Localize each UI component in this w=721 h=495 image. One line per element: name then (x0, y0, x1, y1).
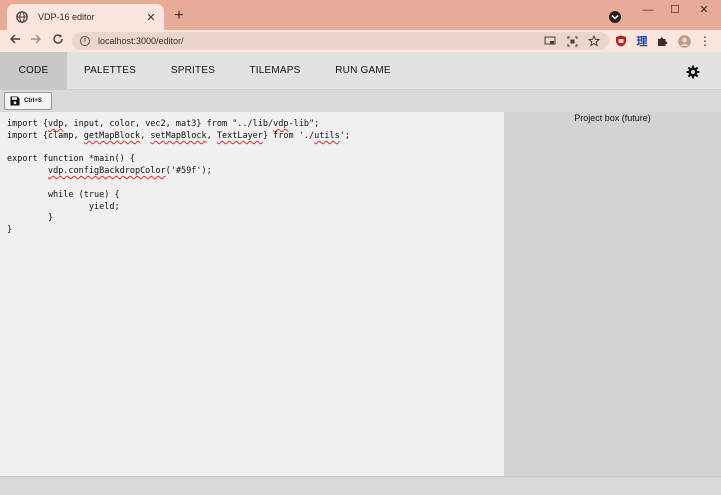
url-text[interactable]: localhost:3000/editor/ (98, 36, 543, 46)
tab-run-game[interactable]: RUN GAME (326, 52, 400, 90)
code-token: export function *main() { (7, 154, 135, 165)
app-navbar: CODE PALETTES SPRITES TILEMAPS RUN GAME (0, 52, 721, 90)
status-bar (0, 476, 721, 495)
code-token: ('#59f'); (165, 166, 212, 177)
save-shortcut-label: Ctrl+S (24, 98, 42, 104)
code-token: } from './ (262, 130, 315, 141)
avatar[interactable] (677, 34, 691, 48)
code-token: while (true) { (7, 189, 120, 200)
code-token-flagged: vdp.configBackdropColor (47, 166, 166, 177)
code-token: '; (339, 130, 350, 141)
tab-sprites[interactable]: SPRITES (160, 52, 226, 90)
browser-titlebar: VDP-16 editor ✕ + — ☐ ✕ (0, 0, 721, 30)
address-bar[interactable]: i localhost:3000/editor/ (72, 32, 609, 50)
code-line[interactable]: export function *main() { (7, 154, 504, 166)
code-token: import {clamp, (7, 130, 84, 141)
close-icon[interactable]: ✕ (144, 10, 158, 24)
chevron-down-icon[interactable] (609, 11, 621, 23)
kebab-menu-icon[interactable]: ⋮ (698, 34, 712, 48)
code-token-flagged: utils (314, 130, 340, 141)
code-line[interactable] (7, 178, 504, 190)
tab-code[interactable]: CODE (0, 52, 67, 90)
minimize-button[interactable]: — (634, 2, 662, 18)
code-token-flagged: TextLayer (216, 130, 263, 141)
code-token: } (7, 213, 54, 224)
code-line[interactable]: yield; (7, 202, 504, 214)
ublock-shield-icon[interactable] (614, 34, 628, 48)
code-token-flagged: vdp (47, 119, 64, 129)
tab-tilemaps[interactable]: TILEMAPS (240, 52, 310, 90)
tab-palettes[interactable]: PALETTES (74, 52, 146, 90)
browser-toolbar: i localhost:3000/editor/ 理 ⋮ (0, 30, 721, 52)
qr-code-icon[interactable] (565, 34, 579, 48)
new-tab-button[interactable]: + (171, 8, 187, 24)
gear-icon[interactable] (686, 65, 700, 79)
code-token: import { (7, 119, 48, 129)
code-token-flagged: setMapBlock (150, 130, 207, 141)
puzzle-icon[interactable] (655, 34, 669, 48)
star-icon[interactable] (587, 34, 601, 48)
code-token-flagged: getMapBlock (83, 130, 141, 141)
back-button[interactable] (6, 32, 24, 50)
project-box-title: Project box (future) (574, 113, 651, 123)
code-token: -lib"; (288, 119, 320, 129)
code-token: } (7, 225, 13, 236)
forward-button[interactable] (27, 32, 45, 50)
arrow-left-icon (10, 34, 20, 44)
code-line[interactable]: import {vdp, input, color, vec2, mat3} f… (7, 119, 504, 131)
editor-toolbar: Ctrl+S (0, 90, 721, 112)
code-token: yield; (7, 201, 120, 212)
globe-icon (15, 10, 29, 24)
browser-tab[interactable]: VDP-16 editor ✕ (7, 4, 164, 30)
maximize-button[interactable]: ☐ (661, 2, 689, 18)
reload-icon (53, 34, 63, 44)
info-icon[interactable]: i (80, 36, 90, 46)
cast-icon[interactable] (543, 34, 557, 48)
arrow-right-icon (31, 34, 41, 44)
code-line[interactable]: } (7, 213, 504, 225)
kanji-extension-icon[interactable]: 理 (635, 34, 649, 48)
code-token: , input, color, vec2, mat3} from "../lib… (63, 119, 274, 129)
reload-button[interactable] (49, 32, 67, 50)
floppy-disk-icon (10, 96, 20, 106)
code-line[interactable]: } (7, 225, 504, 237)
code-line[interactable] (7, 143, 504, 155)
code-token: , (140, 130, 151, 141)
code-line[interactable]: import {clamp, getMapBlock, setMapBlock,… (7, 131, 504, 143)
code-token-flagged: vdp (273, 119, 289, 129)
code-editor[interactable]: import {vdp, input, color, vec2, mat3} f… (0, 112, 504, 476)
tab-title: VDP-16 editor (38, 12, 95, 22)
project-panel: Project box (future) (504, 112, 721, 476)
code-line[interactable]: vdp.configBackdropColor('#59f'); (7, 166, 504, 178)
save-button[interactable]: Ctrl+S (4, 92, 52, 110)
window-close-button[interactable]: ✕ (690, 2, 718, 18)
code-token: , (206, 130, 217, 141)
code-line[interactable]: while (true) { (7, 190, 504, 202)
